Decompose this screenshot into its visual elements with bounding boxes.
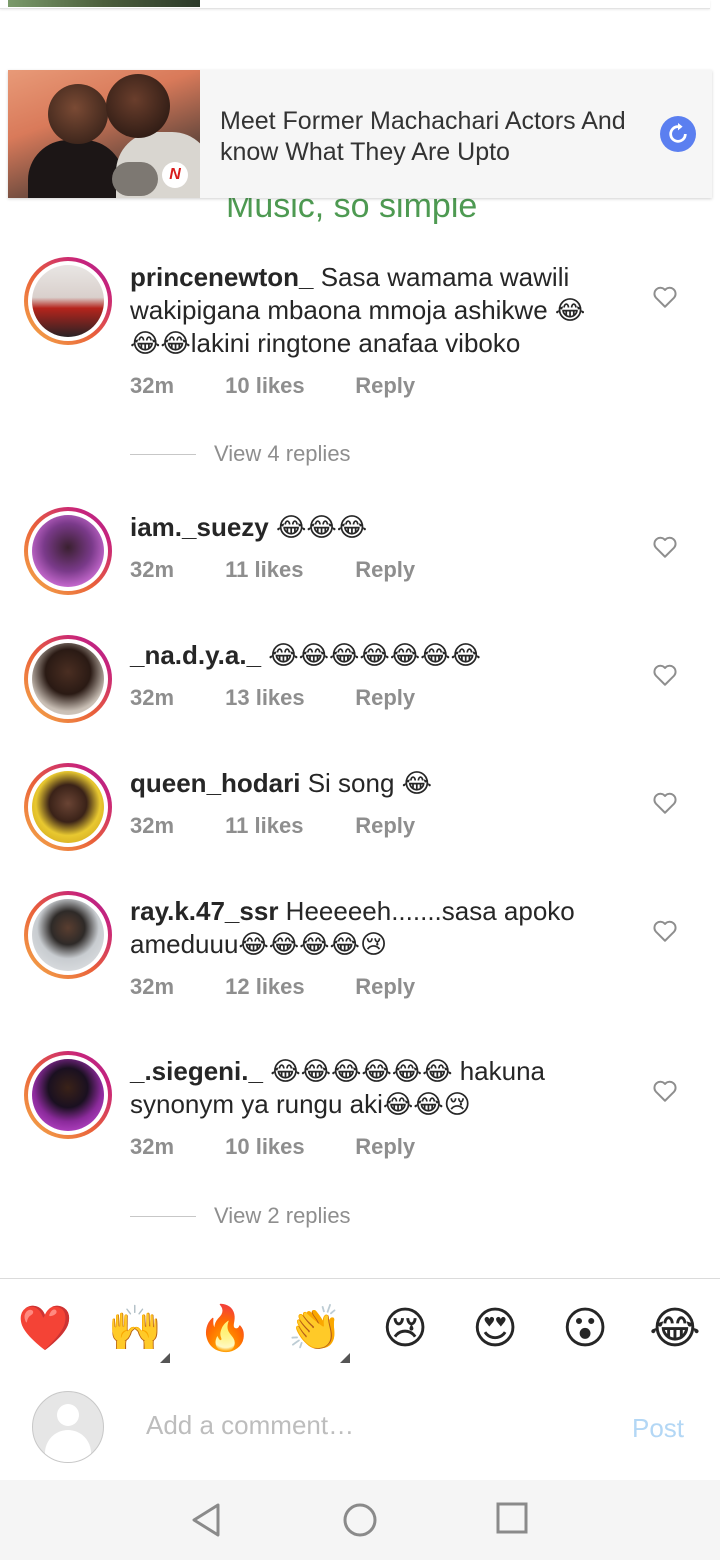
- comment-likes[interactable]: 13 likes: [225, 685, 349, 711]
- comment-username[interactable]: iam._suezy: [130, 512, 269, 542]
- comment-meta: 32m 12 likes Reply: [130, 974, 415, 1000]
- skin-tone-indicator-icon: [160, 1353, 170, 1363]
- comment-likes[interactable]: 12 likes: [225, 974, 349, 1000]
- system-navigation-bar: [0, 1480, 720, 1560]
- avatar: [32, 1391, 104, 1463]
- recents-square-icon[interactable]: [496, 1502, 528, 1534]
- avatar[interactable]: [24, 635, 112, 723]
- skin-tone-indicator-icon: [340, 1353, 350, 1363]
- ad-thumbnail[interactable]: N: [8, 70, 200, 198]
- comment-text: _.siegeni._ 😂😂😂😂😂😂 hakuna synonym ya run…: [130, 1055, 600, 1121]
- avatar[interactable]: [24, 257, 112, 345]
- surprised-face-emoji-button[interactable]: 😮: [557, 1301, 613, 1357]
- comment-text: _na.d.y.a._ 😂😂😂😂😂😂😂: [130, 639, 600, 672]
- heart-outline-icon[interactable]: [652, 791, 678, 815]
- heart-eyes-emoji-button[interactable]: 😍: [467, 1301, 523, 1357]
- comment-meta: 32m 10 likes Reply: [130, 373, 415, 399]
- reply-button[interactable]: Reply: [355, 813, 415, 839]
- reply-button[interactable]: Reply: [355, 557, 415, 583]
- view-replies-label: View 4 replies: [214, 441, 351, 466]
- emoji-reaction-bar: ❤️ 🙌 🔥 👏 😢 😍 😮 😂: [0, 1278, 720, 1376]
- sponsored-ad-card[interactable]: N Meet Former Machachari Actors And know…: [8, 70, 712, 198]
- comment-username[interactable]: _na.d.y.a._: [130, 640, 261, 670]
- comment-text: ray.k.47_ssr Heeeeeh.......sasa apoko am…: [130, 895, 600, 961]
- comment-meta: 32m 11 likes Reply: [130, 813, 415, 839]
- tears-of-joy-emoji-button[interactable]: 😂: [647, 1301, 703, 1357]
- back-triangle-icon[interactable]: [190, 1502, 222, 1538]
- view-replies-button[interactable]: View 4 replies: [130, 441, 351, 467]
- comment-time: 32m: [130, 974, 175, 999]
- reply-button[interactable]: Reply: [355, 1134, 415, 1160]
- comment-time: 32m: [130, 1134, 175, 1159]
- heart-outline-icon[interactable]: [652, 535, 678, 559]
- comment-meta: 32m 13 likes Reply: [130, 685, 415, 711]
- raising-hands-emoji-button[interactable]: 🙌: [107, 1301, 163, 1357]
- view-replies-button[interactable]: View 2 replies: [130, 1203, 351, 1229]
- previous-card: [0, 0, 710, 9]
- comment-likes[interactable]: 10 likes: [225, 1134, 349, 1160]
- post-button[interactable]: Post: [632, 1413, 684, 1444]
- red-heart-emoji-button[interactable]: ❤️: [17, 1301, 73, 1357]
- comment-username[interactable]: _.siegeni._: [130, 1056, 263, 1086]
- avatar[interactable]: [24, 507, 112, 595]
- comment-composer: Post: [0, 1375, 720, 1480]
- comment-time: 32m: [130, 813, 175, 838]
- comment-time: 32m: [130, 685, 175, 710]
- comment-time: 32m: [130, 557, 175, 582]
- comment-text: queen_hodari Si song 😂: [130, 767, 600, 800]
- comment-meta: 32m 10 likes Reply: [130, 1134, 415, 1160]
- comment-likes[interactable]: 10 likes: [225, 373, 349, 399]
- comment-body: Si song 😂: [307, 768, 433, 798]
- home-circle-icon[interactable]: [342, 1502, 378, 1538]
- comment-likes[interactable]: 11 likes: [225, 813, 349, 839]
- avatar[interactable]: [24, 891, 112, 979]
- reply-button[interactable]: Reply: [355, 373, 415, 399]
- ad-source-badge: N: [162, 162, 188, 188]
- reply-button[interactable]: Reply: [355, 974, 415, 1000]
- comment-username[interactable]: ray.k.47_ssr: [130, 896, 278, 926]
- comment-body: 😂😂😂😂😂😂😂: [268, 640, 481, 670]
- crying-face-emoji-button[interactable]: 😢: [377, 1301, 433, 1357]
- heart-outline-icon[interactable]: [652, 919, 678, 943]
- avatar[interactable]: [24, 1051, 112, 1139]
- reply-button[interactable]: Reply: [355, 685, 415, 711]
- refresh-icon[interactable]: [660, 116, 696, 152]
- fire-emoji-button[interactable]: 🔥: [197, 1301, 253, 1357]
- comment-username[interactable]: princenewton_: [130, 262, 313, 292]
- comment-text: princenewton_ Sasa wamama wawili wakipig…: [130, 261, 600, 360]
- ad-headline[interactable]: Meet Former Machachari Actors And know W…: [220, 106, 640, 168]
- comment-likes[interactable]: 11 likes: [225, 557, 349, 583]
- previous-card-thumbnail: [8, 0, 200, 7]
- comment-body: 😂😂😂: [275, 512, 368, 542]
- heart-outline-icon[interactable]: [652, 285, 678, 309]
- comment-time: 32m: [130, 373, 175, 398]
- heart-outline-icon[interactable]: [652, 663, 678, 687]
- comment-text: iam._suezy 😂😂😂: [130, 511, 600, 544]
- avatar[interactable]: [24, 763, 112, 851]
- comment-input[interactable]: [144, 1409, 608, 1442]
- view-replies-label: View 2 replies: [214, 1203, 351, 1228]
- heart-outline-icon[interactable]: [652, 1079, 678, 1103]
- comment-meta: 32m 11 likes Reply: [130, 557, 415, 583]
- comment-username[interactable]: queen_hodari: [130, 768, 300, 798]
- clapping-hands-emoji-button[interactable]: 👏: [287, 1301, 343, 1357]
